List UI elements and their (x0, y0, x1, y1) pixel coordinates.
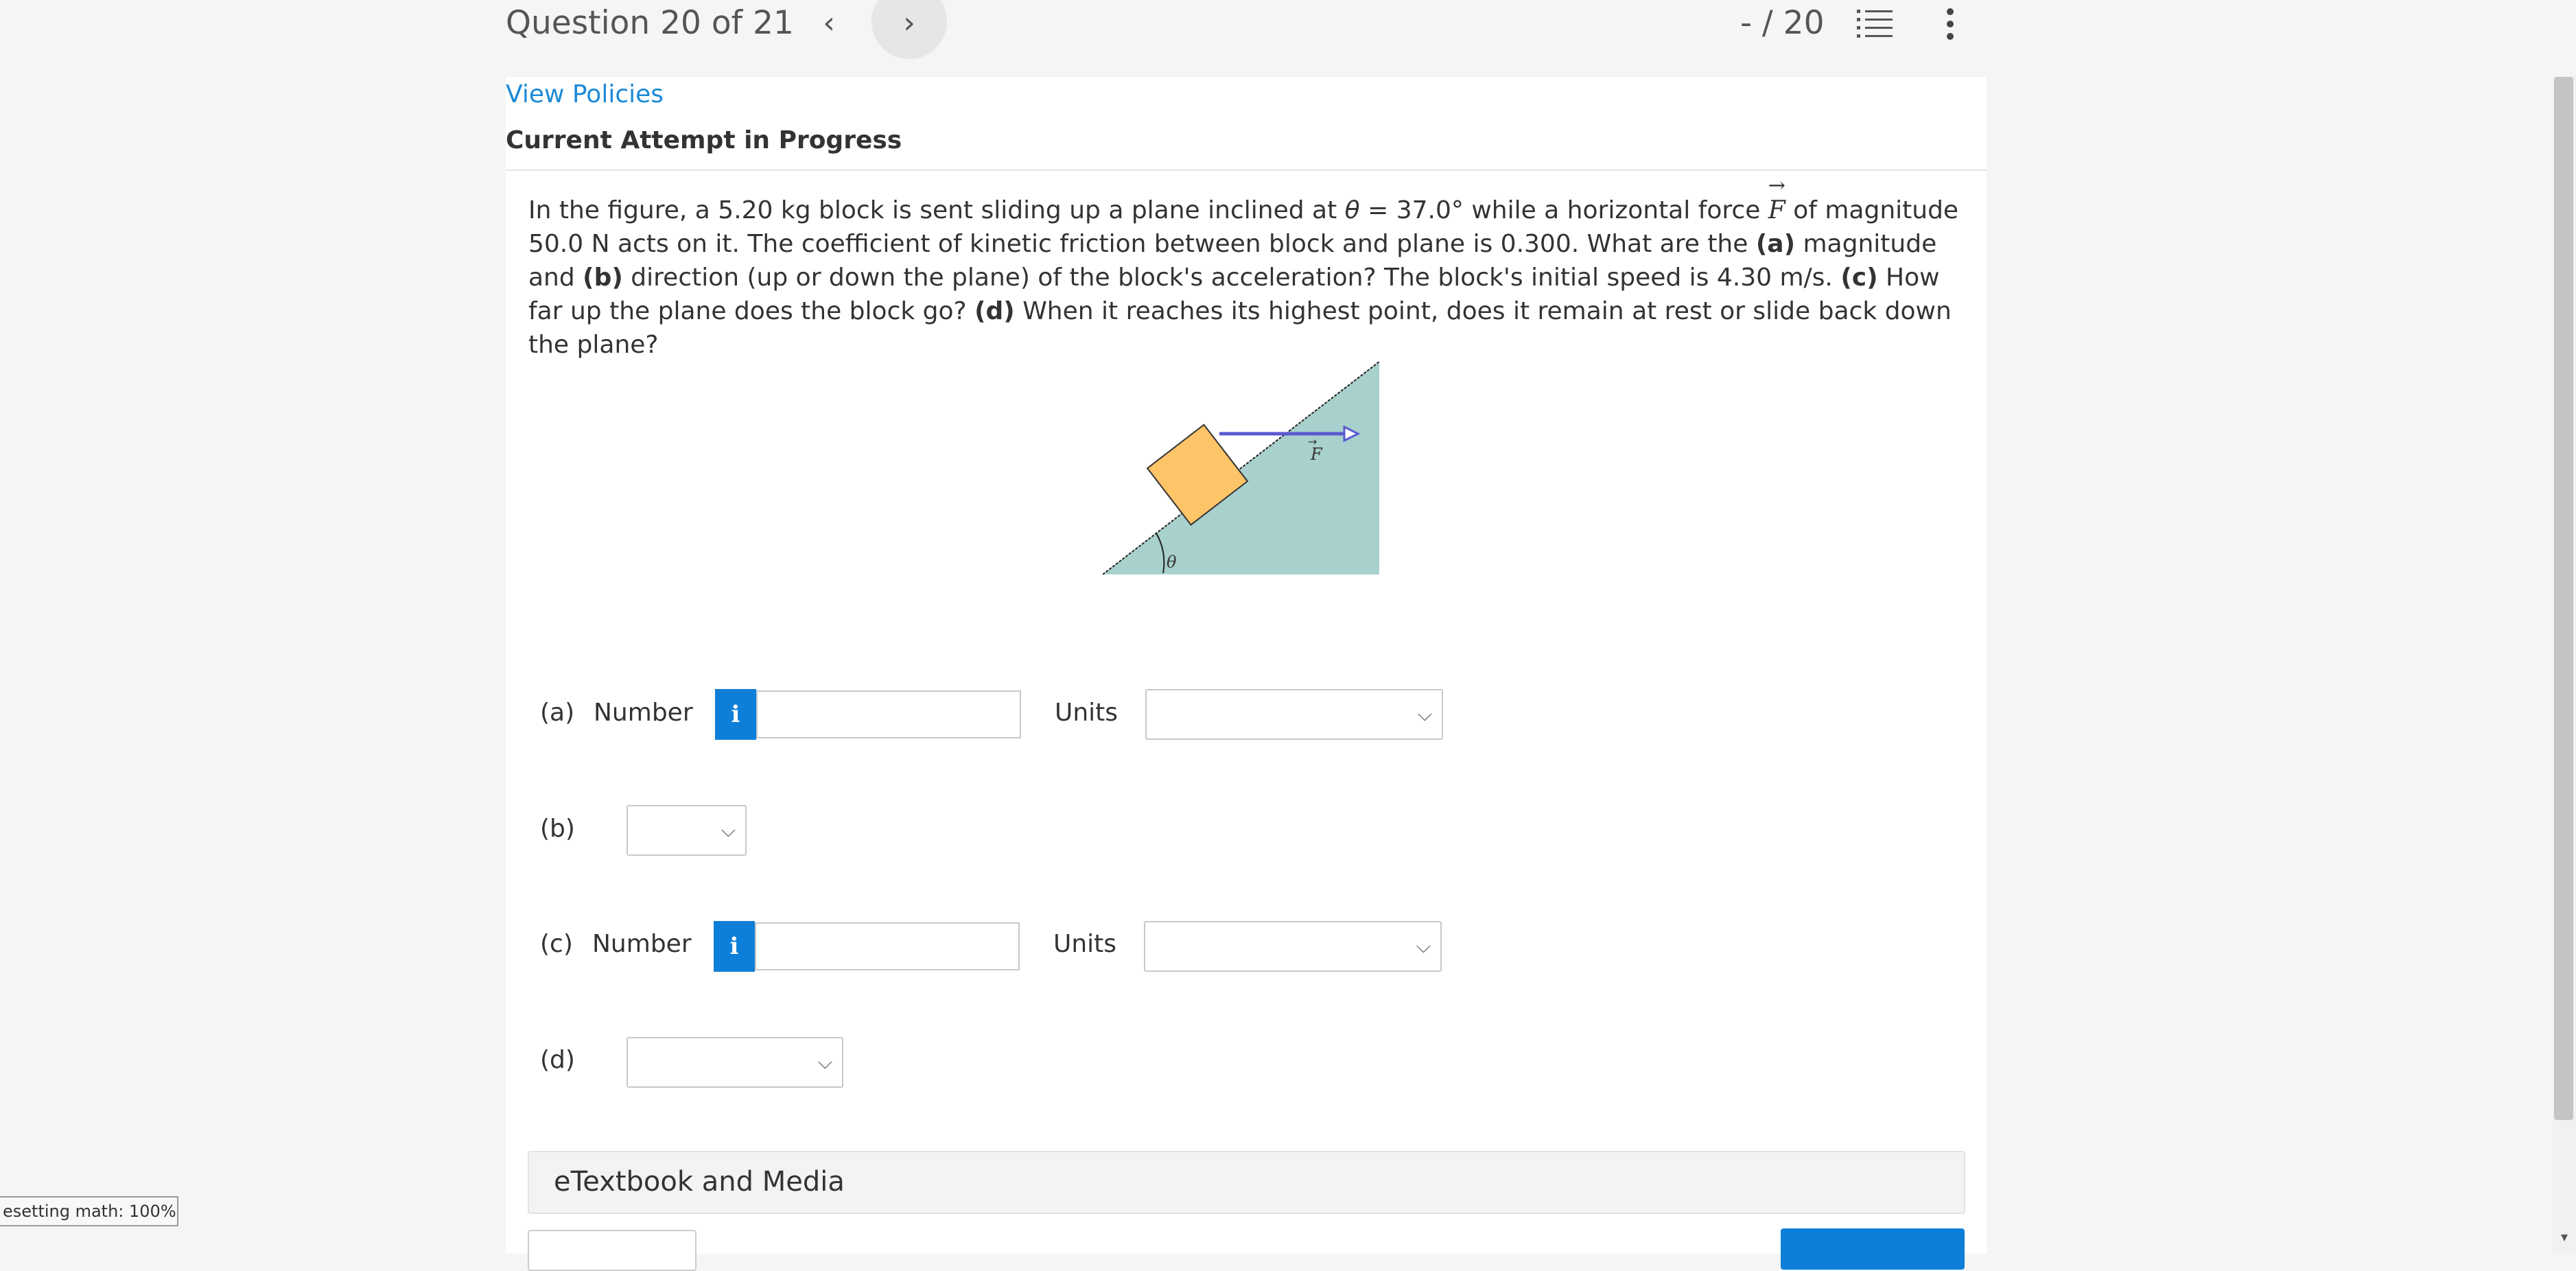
etextbook-label: eTextbook and Media (554, 1166, 845, 1198)
scroll-down-icon[interactable]: ▾ (2555, 1228, 2573, 1245)
force-label-arrow: → (1308, 435, 1317, 448)
chevron-down-icon: ⌵ (721, 819, 736, 841)
etextbook-media-panel[interactable]: eTextbook and Media (528, 1151, 1965, 1214)
question-text: In the figure, a 5.20 kg block is sent s… (528, 169, 1969, 362)
chevron-down-icon: ⌵ (817, 1051, 832, 1073)
part-a-label: (a) (540, 699, 575, 727)
next-question-button[interactable]: › (871, 0, 947, 59)
part-c-units-select[interactable]: ⌵ (1144, 921, 1442, 972)
part-c-number-label: Number (592, 930, 692, 958)
attempt-status: Current Attempt in Progress (506, 126, 902, 154)
math-typesetting-status: esetting math: 100% (0, 1196, 178, 1226)
list-icon[interactable] (1857, 8, 1893, 40)
question-card: View Policies Current Attempt in Progres… (506, 77, 1987, 1271)
score-display: - / 20 (1740, 4, 1825, 42)
part-c-label: (c) (540, 930, 573, 958)
submit-answer-button[interactable] (1781, 1228, 1965, 1270)
part-a-units-label: Units (1055, 699, 1119, 727)
force-vector-symbol: F (1768, 169, 1785, 227)
part-a-units-select[interactable]: ⌵ (1145, 689, 1443, 740)
question-counter: Question 20 of 21 (506, 4, 794, 42)
part-c-units-label: Units (1053, 930, 1117, 958)
part-b-direction-select[interactable]: ⌵ (627, 805, 747, 856)
info-icon[interactable]: i (715, 689, 756, 740)
part-d-outcome-select[interactable]: ⌵ (627, 1037, 843, 1088)
secondary-action-button[interactable] (528, 1230, 696, 1271)
part-d-label: (d) (540, 1046, 575, 1074)
part-a-number-label: Number (594, 699, 693, 727)
view-policies-link[interactable]: View Policies (506, 80, 664, 108)
more-vertical-icon[interactable] (1943, 7, 1957, 41)
chevron-down-icon: ⌵ (1416, 935, 1431, 957)
chevron-right-icon: › (903, 5, 915, 40)
theta-symbol: θ (1344, 196, 1360, 224)
top-bar: Question 20 of 21 ‹ › - / 20 (0, 0, 2576, 77)
divider (506, 170, 1987, 171)
angle-label: θ (1167, 552, 1177, 572)
part-a-number-input[interactable] (756, 690, 1021, 738)
scrollbar-thumb[interactable] (2554, 77, 2573, 1120)
chevron-down-icon: ⌵ (1417, 703, 1432, 725)
incline-figure: F → θ (1103, 362, 1380, 575)
part-c-number-input[interactable] (755, 922, 1020, 970)
chevron-left-icon[interactable]: ‹ (810, 3, 848, 44)
info-icon[interactable]: i (714, 921, 755, 972)
part-b-label: (b) (540, 815, 575, 843)
